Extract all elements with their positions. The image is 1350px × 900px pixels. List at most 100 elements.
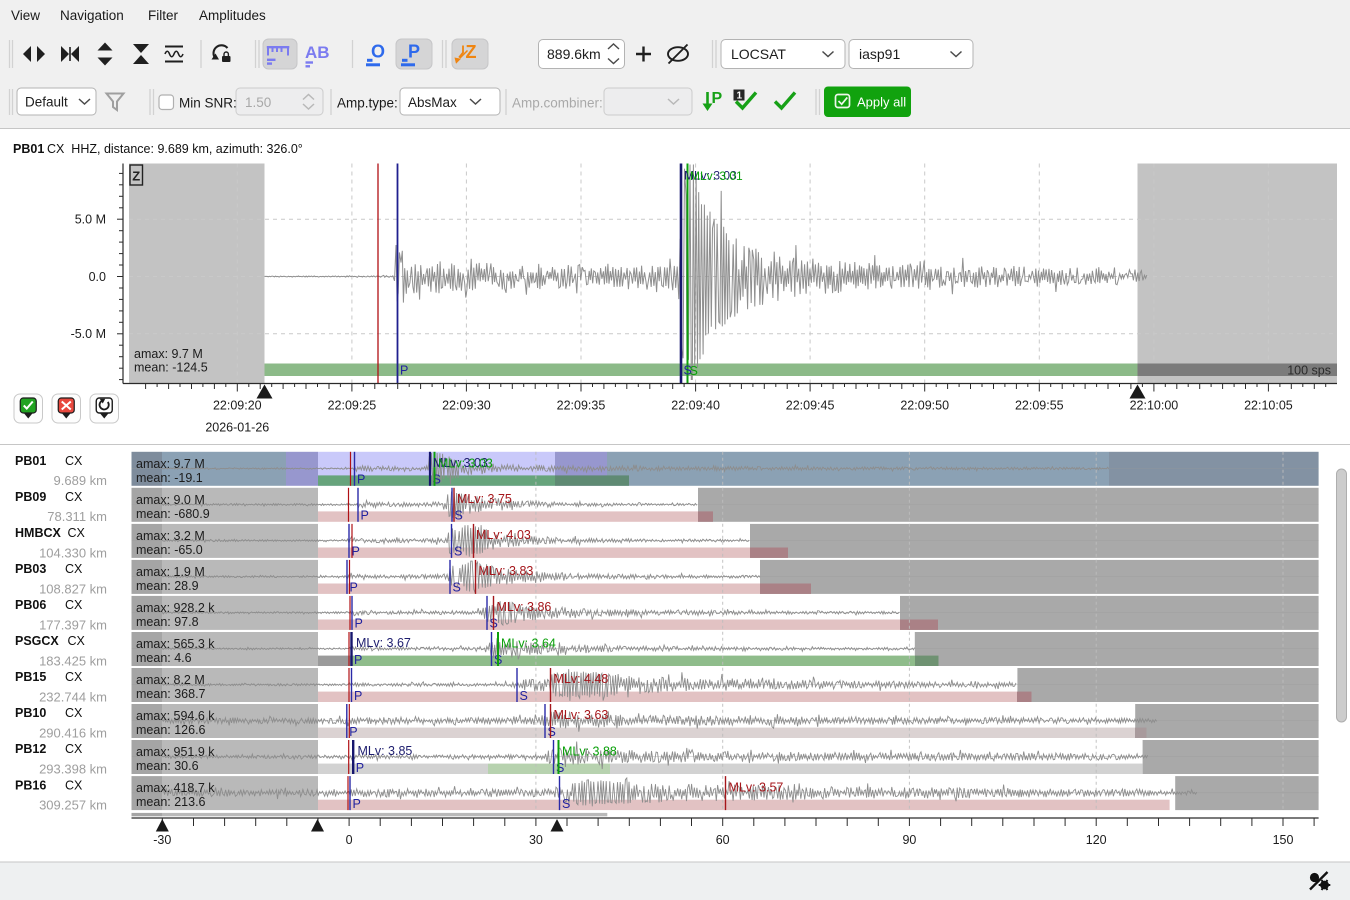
- svg-text:PB12: PB12: [15, 742, 46, 756]
- svg-text:MLv: 3.64: MLv: 3.64: [501, 637, 556, 651]
- svg-text:CX: CX: [65, 454, 83, 468]
- svg-text:0.0: 0.0: [89, 270, 106, 284]
- svg-text:PB06: PB06: [15, 598, 46, 612]
- svg-text:mean: -124.5: mean: -124.5: [134, 361, 208, 375]
- svg-text:AbsMax: AbsMax: [408, 95, 457, 110]
- svg-text:PB16: PB16: [15, 778, 46, 792]
- svg-text:100 sps: 100 sps: [1287, 364, 1331, 378]
- svg-text:30: 30: [529, 833, 543, 847]
- svg-text:MLv: 3.01: MLv: 3.01: [690, 169, 743, 183]
- svg-text:P: P: [353, 797, 361, 811]
- svg-text:CX: CX: [68, 526, 86, 540]
- svg-text:CX: CX: [65, 706, 83, 720]
- svg-text:mean: 30.6: mean: 30.6: [136, 759, 199, 773]
- svg-text:HMBCX: HMBCX: [15, 526, 61, 540]
- svg-text:CX: CX: [65, 490, 83, 504]
- svg-text:P: P: [352, 545, 360, 559]
- svg-text:MLv: 3.85: MLv: 3.85: [358, 744, 413, 758]
- svg-text:232.744 km: 232.744 km: [39, 689, 107, 704]
- svg-text:290.416 km: 290.416 km: [39, 725, 107, 740]
- svg-text:MLv: 3.67: MLv: 3.67: [356, 636, 411, 650]
- svg-text:mean: -65.0: mean: -65.0: [136, 543, 203, 557]
- svg-text:P: P: [355, 617, 363, 631]
- svg-text:177.397 km: 177.397 km: [39, 617, 107, 632]
- svg-text:2026-01-26: 2026-01-26: [205, 421, 269, 435]
- svg-text:Min SNR:: Min SNR:: [179, 96, 237, 111]
- svg-text:22:09:35: 22:09:35: [557, 399, 606, 413]
- svg-text:P: P: [408, 42, 420, 62]
- svg-text:amax: 418.7 k: amax: 418.7 k: [136, 781, 215, 795]
- svg-text:S: S: [556, 761, 564, 775]
- svg-text:104.330 km: 104.330 km: [39, 545, 107, 560]
- svg-text:MLv: 3.88: MLv: 3.88: [562, 745, 617, 759]
- svg-text:60: 60: [716, 833, 730, 847]
- svg-text:mean: 368.7: mean: 368.7: [136, 687, 206, 701]
- svg-text:amax: 594.6 k: amax: 594.6 k: [136, 709, 215, 723]
- svg-text:mean: 126.6: mean: 126.6: [136, 723, 206, 737]
- svg-text:S: S: [562, 797, 570, 811]
- svg-text:amax: 3.2 M: amax: 3.2 M: [136, 529, 205, 543]
- svg-text:P: P: [356, 761, 364, 775]
- svg-text:CX: CX: [65, 742, 83, 756]
- svg-text:P: P: [712, 90, 723, 107]
- svg-text:-5.0 M: -5.0 M: [71, 327, 106, 341]
- svg-text:S: S: [455, 509, 463, 523]
- svg-text:O: O: [371, 42, 385, 62]
- svg-text:PSGCX: PSGCX: [15, 634, 59, 648]
- svg-text:Navigation: Navigation: [60, 8, 124, 23]
- svg-text:78.311 km: 78.311 km: [47, 509, 107, 524]
- svg-text:293.398 km: 293.398 km: [39, 761, 107, 776]
- svg-text:PB01: PB01: [15, 454, 46, 468]
- svg-text:MLv: 4.03: MLv: 4.03: [476, 528, 531, 542]
- svg-text:889.6km: 889.6km: [547, 46, 601, 62]
- svg-text:P: P: [354, 653, 362, 667]
- svg-text:AB: AB: [305, 43, 330, 62]
- svg-text:Filter: Filter: [148, 8, 179, 23]
- svg-text:MLv: 4.48: MLv: 4.48: [554, 672, 609, 686]
- svg-text:Z: Z: [466, 42, 477, 62]
- svg-text:S: S: [453, 581, 461, 595]
- svg-text:9.689 km: 9.689 km: [54, 473, 107, 488]
- svg-text:22:09:45: 22:09:45: [786, 399, 835, 413]
- svg-text:22:10:05: 22:10:05: [1244, 399, 1293, 413]
- svg-text:0: 0: [346, 833, 353, 847]
- svg-text:309.257 km: 309.257 km: [39, 798, 107, 813]
- svg-text:90: 90: [902, 833, 916, 847]
- svg-text:5.0 M: 5.0 M: [75, 213, 106, 227]
- svg-text:MLv: 3.75: MLv: 3.75: [457, 492, 512, 506]
- svg-text:PB10: PB10: [15, 706, 46, 720]
- svg-text:amax: 9.0 M: amax: 9.0 M: [136, 493, 205, 507]
- svg-text:mean: 28.9: mean: 28.9: [136, 579, 199, 593]
- svg-text:S: S: [454, 545, 462, 559]
- svg-text:CX HHZ, distance: 9.689 km, a: CX HHZ, distance: 9.689 km, azimuth: 326…: [47, 142, 303, 156]
- svg-text:Amplitudes: Amplitudes: [199, 8, 266, 23]
- svg-text:amax: 565.3 k: amax: 565.3 k: [136, 637, 215, 651]
- svg-text:-30: -30: [153, 833, 171, 847]
- svg-text:P: P: [350, 581, 358, 595]
- svg-text:P: P: [354, 689, 362, 703]
- svg-text:22:09:50: 22:09:50: [900, 399, 949, 413]
- svg-text:S: S: [690, 364, 698, 378]
- svg-text:S: S: [548, 725, 556, 739]
- svg-text:iasp91: iasp91: [859, 46, 900, 62]
- svg-text:22:09:55: 22:09:55: [1015, 399, 1064, 413]
- svg-text:mean: 213.6: mean: 213.6: [136, 795, 206, 809]
- svg-text:amax: 8.2 M: amax: 8.2 M: [136, 673, 205, 687]
- svg-text:MLv: 3.63: MLv: 3.63: [554, 708, 609, 722]
- svg-text:Amp.combiner:: Amp.combiner:: [512, 96, 603, 111]
- svg-text:amax: 951.9 k: amax: 951.9 k: [136, 745, 215, 759]
- svg-text:120: 120: [1086, 833, 1107, 847]
- svg-text:22:10:00: 22:10:00: [1130, 399, 1179, 413]
- svg-text:PB15: PB15: [15, 670, 46, 684]
- svg-text:183.425 km: 183.425 km: [39, 653, 107, 668]
- svg-text:amax: 9.7 M: amax: 9.7 M: [136, 457, 205, 471]
- svg-text:108.827 km: 108.827 km: [39, 581, 107, 596]
- svg-text:LOCSAT: LOCSAT: [731, 46, 786, 62]
- svg-text:1.50: 1.50: [245, 95, 271, 110]
- svg-text:MLv: 3.03: MLv: 3.03: [438, 456, 493, 470]
- svg-text:CX: CX: [68, 634, 86, 648]
- svg-text:mean: -680.9: mean: -680.9: [136, 507, 210, 521]
- svg-text:mean: 97.8: mean: 97.8: [136, 615, 199, 629]
- svg-text:22:09:25: 22:09:25: [328, 399, 377, 413]
- svg-text:P: P: [349, 725, 357, 739]
